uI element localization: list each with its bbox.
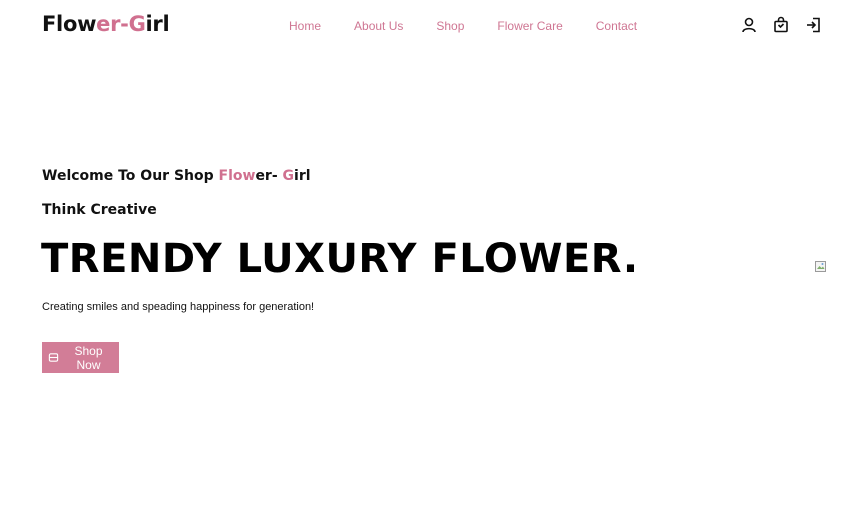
nav-contact[interactable]: Contact [596, 19, 637, 33]
logo-text-2: er [96, 12, 121, 36]
site-header: Flower-Girl Home About Us Shop Flower Ca… [0, 0, 854, 52]
hero-tagline: Creating smiles and speading happiness f… [42, 301, 315, 313]
user-icon[interactable] [740, 16, 758, 34]
welcome-brand-b: er- [255, 168, 283, 184]
logo-dash: - [120, 12, 129, 36]
nav-shop[interactable]: Shop [436, 19, 464, 33]
logo-text-1: Flow [42, 12, 97, 36]
login-icon[interactable] [804, 16, 822, 34]
store-icon [48, 352, 59, 363]
shop-now-label: Shop Now [74, 343, 103, 372]
page: Flower-Girl Home About Us Shop Flower Ca… [0, 0, 854, 506]
welcome-brand-d: irl [294, 168, 311, 184]
welcome-heading: Welcome To Our Shop Flower- Girl [42, 168, 311, 184]
shop-now-button[interactable]: Shop Now [42, 342, 119, 373]
header-icons [740, 16, 822, 34]
hero-headline: TRENDY LUXURY FLOWER. [41, 236, 639, 282]
welcome-brand-a: Flow [218, 168, 256, 184]
shopping-bag-icon[interactable] [772, 16, 790, 34]
main-nav: Home About Us Shop Flower Care Contact [289, 19, 637, 33]
logo-text-3: G [128, 12, 146, 36]
nav-flower-care[interactable]: Flower Care [497, 19, 562, 33]
nav-home[interactable]: Home [289, 19, 321, 33]
brand-logo[interactable]: Flower-Girl [42, 12, 170, 36]
nav-about-us[interactable]: About Us [354, 19, 403, 33]
welcome-brand-c: G [282, 168, 295, 184]
logo-text-4: irl [145, 12, 170, 36]
hero-subheading: Think Creative [42, 202, 157, 218]
broken-image-icon [815, 257, 826, 272]
welcome-prefix: Welcome To Our Shop [42, 168, 219, 184]
